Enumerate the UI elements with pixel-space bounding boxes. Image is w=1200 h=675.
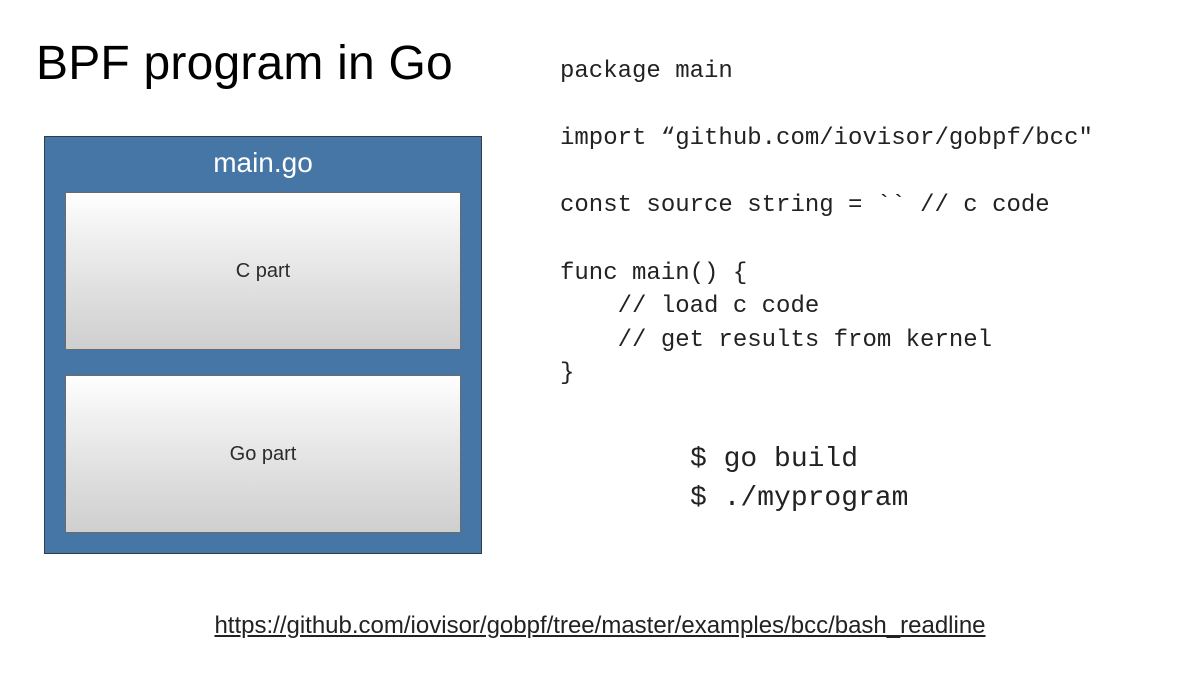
panel-label: C part xyxy=(236,260,290,283)
example-link-anchor[interactable]: https://github.com/iovisor/gobpf/tree/ma… xyxy=(214,612,985,639)
code-line: // get results from kernel xyxy=(560,327,992,354)
code-line: func main() { xyxy=(560,260,747,287)
code-line: import “github.com/iovisor/gobpf/bcc" xyxy=(560,125,1093,152)
code-line: // load c code xyxy=(560,293,819,320)
panel-label: Go part xyxy=(230,443,297,466)
example-link: https://github.com/iovisor/gobpf/tree/ma… xyxy=(0,612,1200,640)
terminal-commands: $ go build $ ./myprogram xyxy=(690,440,908,518)
code-line: package main xyxy=(560,58,733,85)
code-line: } xyxy=(560,360,574,387)
diagram-header: main.go xyxy=(45,147,481,179)
terminal-line: $ ./myprogram xyxy=(690,483,908,514)
code-line: const source string = `` // c code xyxy=(560,192,1050,219)
slide: BPF program in Go main.go C part Go part… xyxy=(0,0,1200,675)
slide-title: BPF program in Go xyxy=(36,36,453,91)
go-code-block: package main import “github.com/iovisor/… xyxy=(560,55,1093,391)
diagram-panel-go-part: Go part xyxy=(65,375,461,533)
diagram-panel-c-part: C part xyxy=(65,192,461,350)
file-diagram: main.go C part Go part xyxy=(44,136,482,554)
terminal-line: $ go build xyxy=(690,444,858,475)
